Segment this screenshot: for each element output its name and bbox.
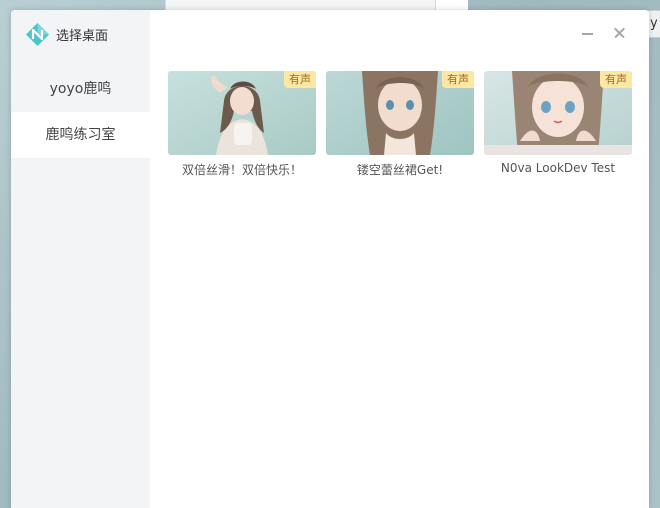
card-title: 双倍丝滑！双倍快乐！	[181, 163, 302, 177]
desktop-card[interactable]: 有声 镂空蕾丝裙Get!	[326, 71, 474, 178]
audio-badge: 有声	[600, 71, 632, 88]
card-title: 镂空蕾丝裙Get!	[356, 163, 444, 177]
desktop-thumbnail[interactable]: 有声	[326, 71, 474, 155]
brand: 选择桌面	[25, 21, 108, 47]
desktop-thumbnail[interactable]: 有声	[484, 71, 632, 155]
sidebar: 选择桌面 yoyo鹿鸣 鹿鸣练习室	[11, 10, 150, 508]
audio-badge: 有声	[284, 71, 316, 88]
card-title: N0va LookDev Test	[500, 161, 616, 175]
desktop-thumbnail[interactable]: 有声	[168, 71, 316, 155]
sidebar-item-practice-room[interactable]: 鹿鸣练习室	[11, 112, 150, 158]
desktop-card[interactable]: 有声 双倍丝滑！双倍快乐！	[168, 71, 316, 178]
audio-badge: 有声	[442, 71, 474, 88]
app-logo-icon	[25, 22, 50, 47]
desktop-grid: 有声 双倍丝滑！双倍快乐！ 有声 镂空蕾丝裙Get! 有声 N0va LookD…	[168, 71, 632, 178]
window-controls	[579, 24, 629, 42]
sidebar-nav: yoyo鹿鸣 鹿鸣练习室	[11, 66, 150, 158]
desktop-card[interactable]: 有声 N0va LookDev Test	[484, 71, 632, 178]
select-desktop-dialog: 选择桌面 yoyo鹿鸣 鹿鸣练习室 有声 双倍丝滑！双倍快乐！ 有声 镂空蕾丝裙…	[11, 10, 649, 508]
sidebar-item-yoyo[interactable]: yoyo鹿鸣	[11, 66, 150, 112]
minimize-icon[interactable]	[579, 24, 597, 42]
close-icon[interactable]	[611, 24, 629, 42]
app-title: 选择桌面	[56, 28, 109, 44]
background-window-fragment	[435, 0, 468, 10]
